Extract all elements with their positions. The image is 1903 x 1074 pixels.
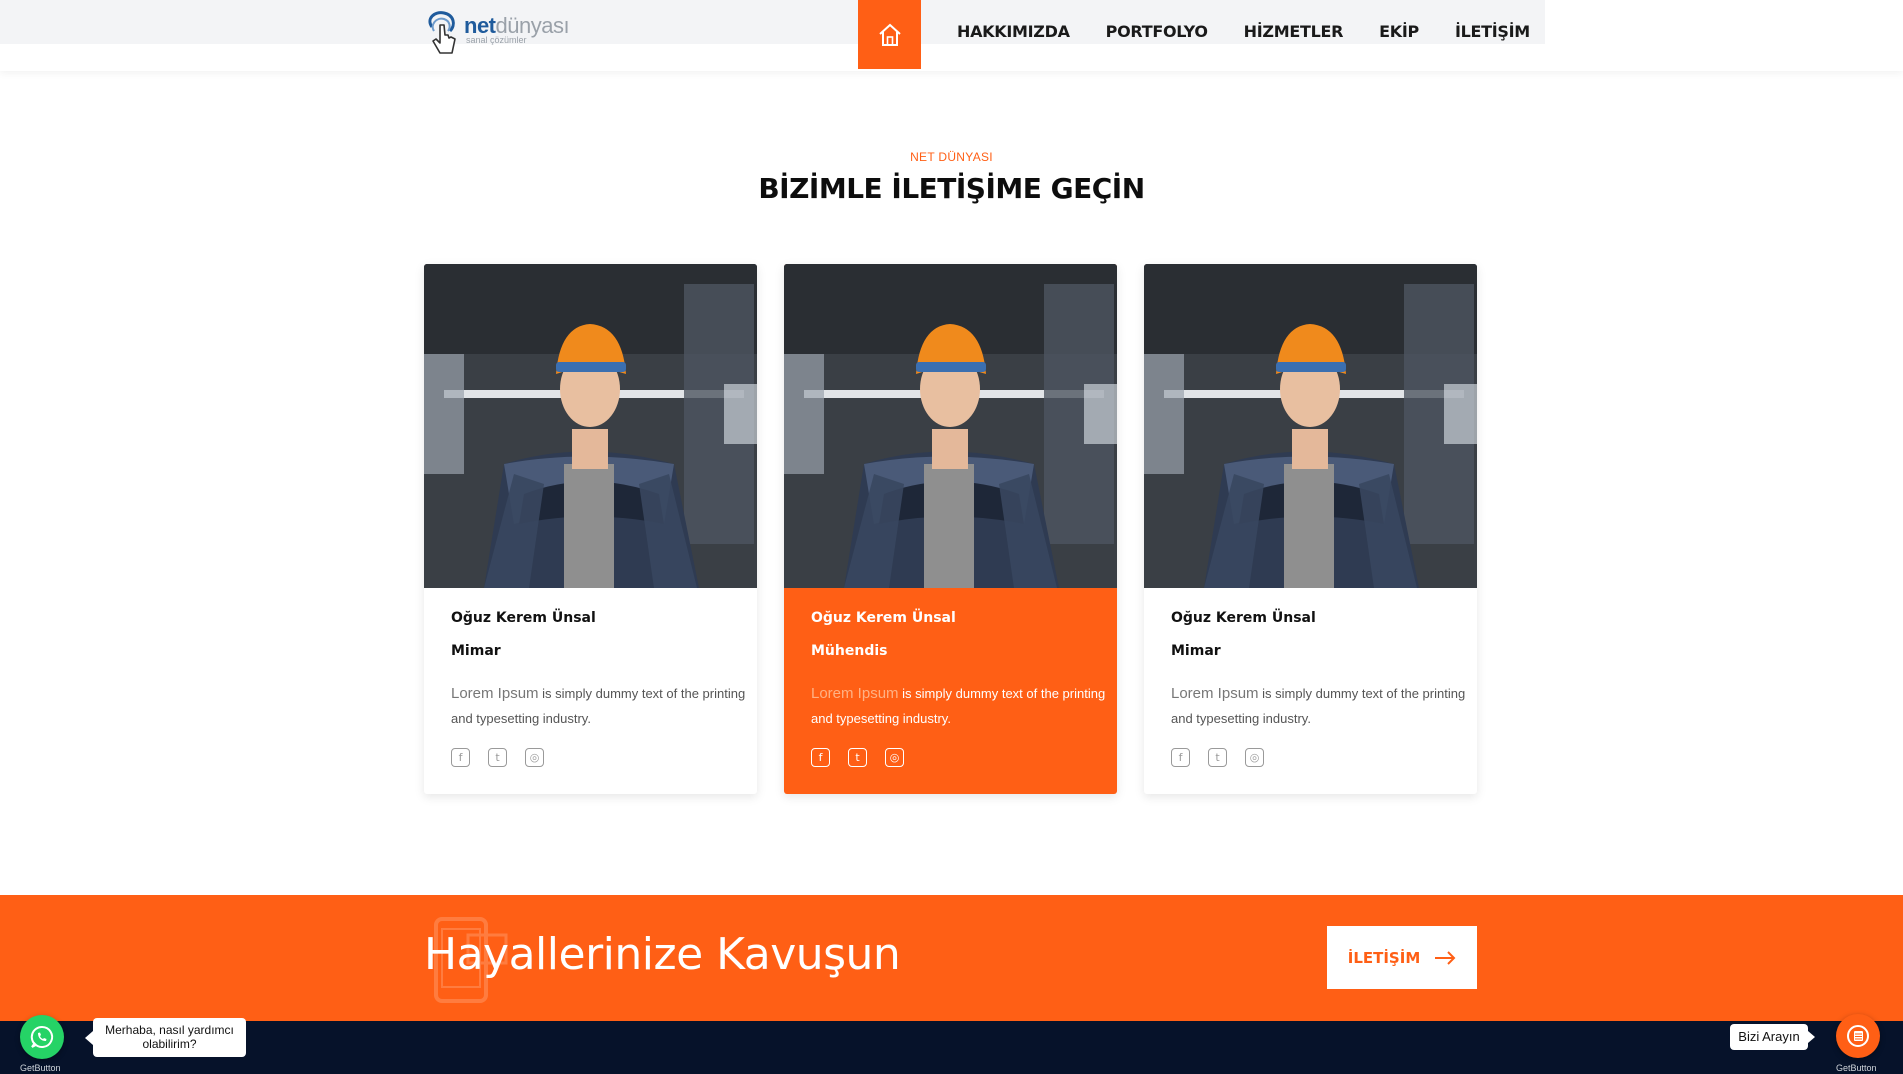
twitter-icon[interactable]: t	[1208, 748, 1227, 767]
call-us-bubble[interactable]: Bizi Arayın	[1730, 1024, 1815, 1050]
team-member-description: Lorem Ipsum is simply dummy text of the …	[811, 681, 1107, 731]
arrow-right-icon	[1435, 950, 1456, 965]
team-card[interactable]: Oğuz Kerem Ünsal Mimar Lorem Ipsum is si…	[1144, 264, 1477, 794]
whatsapp-button[interactable]	[20, 1015, 64, 1059]
home-button[interactable]	[858, 0, 921, 69]
cta-contact-button[interactable]: İLETİŞİM	[1327, 926, 1477, 989]
site-header: netdünyası sanal çözümler HAKKIMIZDA POR…	[0, 0, 1903, 71]
hand-cursor-logo-icon	[428, 11, 456, 54]
twitter-icon[interactable]: t	[848, 748, 867, 767]
nav-item-portfolyo[interactable]: PORTFOLYO	[1106, 22, 1208, 41]
section-eyebrow: NET DÜNYASI	[910, 150, 993, 164]
phone-icon	[1847, 1025, 1869, 1047]
description-highlight: Lorem Ipsum	[1171, 685, 1259, 702]
social-links: f t ◎	[451, 748, 544, 767]
cta-band: Hayallerinize Kavuşun İLETİŞİM	[0, 895, 1903, 1021]
instagram-icon[interactable]: ◎	[525, 748, 544, 767]
team-member-role: Mimar	[451, 643, 501, 659]
nav-item-hakkimizda[interactable]: HAKKIMIZDA	[957, 22, 1070, 41]
cta-button-label: İLETİŞİM	[1347, 948, 1421, 967]
team-member-name: Oğuz Kerem Ünsal	[451, 610, 596, 626]
team-member-photo	[424, 264, 757, 588]
description-highlight: Lorem Ipsum	[811, 685, 899, 702]
facebook-icon[interactable]: f	[1171, 748, 1190, 767]
whatsapp-greeting-bubble[interactable]: Merhaba, nasıl yardımcı olabilirim?	[85, 1018, 246, 1057]
team-card-body: Oğuz Kerem Ünsal Mühendis Lorem Ipsum is…	[811, 610, 1107, 731]
team-member-name: Oğuz Kerem Ünsal	[1171, 610, 1316, 626]
site-logo[interactable]: netdünyası sanal çözümler	[424, 9, 574, 59]
team-member-photo	[1144, 264, 1477, 588]
page: netdünyası sanal çözümler HAKKIMIZDA POR…	[0, 0, 1903, 1074]
main-nav: HAKKIMIZDA PORTFOLYO HİZMETLER EKİP İLET…	[957, 22, 1530, 41]
team-member-role: Mühendis	[811, 643, 888, 659]
nav-item-hizmetler[interactable]: HİZMETLER	[1244, 22, 1344, 41]
site-footer	[0, 1021, 1903, 1074]
facebook-icon[interactable]: f	[811, 748, 830, 767]
twitter-icon[interactable]: t	[488, 748, 507, 767]
nav-item-ekip[interactable]: EKİP	[1379, 22, 1419, 41]
instagram-icon[interactable]: ◎	[885, 748, 904, 767]
home-icon	[878, 23, 901, 46]
team-member-name: Oğuz Kerem Ünsal	[811, 610, 956, 626]
call-us-button[interactable]	[1836, 1014, 1880, 1058]
social-links: f t ◎	[1171, 748, 1264, 767]
team-card[interactable]: Oğuz Kerem Ünsal Mimar Lorem Ipsum is si…	[424, 264, 757, 794]
description-highlight: Lorem Ipsum	[451, 685, 539, 702]
section-title: BİZİMLE İLETİŞİME GEÇİN	[758, 172, 1145, 205]
whatsapp-icon	[30, 1025, 54, 1048]
team-card[interactable]: Oğuz Kerem Ünsal Mühendis Lorem Ipsum is…	[784, 264, 1117, 794]
instagram-icon[interactable]: ◎	[1245, 748, 1264, 767]
team-card-body: Oğuz Kerem Ünsal Mimar Lorem Ipsum is si…	[451, 610, 747, 731]
social-links: f t ◎	[811, 748, 904, 767]
nav-item-iletisim[interactable]: İLETİŞİM	[1455, 22, 1530, 41]
team-member-photo	[784, 264, 1117, 588]
facebook-icon[interactable]: f	[451, 748, 470, 767]
team-member-description: Lorem Ipsum is simply dummy text of the …	[1171, 681, 1467, 731]
cta-title: Hayallerinize Kavuşun	[424, 929, 901, 980]
team-member-description: Lorem Ipsum is simply dummy text of the …	[451, 681, 747, 731]
logo-wordmark: netdünyası sanal çözümler	[464, 15, 570, 45]
team-card-body: Oğuz Kerem Ünsal Mimar Lorem Ipsum is si…	[1171, 610, 1467, 731]
call-brand-label: GetButton	[1836, 1063, 1877, 1073]
whatsapp-brand-label: GetButton	[20, 1063, 61, 1073]
team-member-role: Mimar	[1171, 643, 1221, 659]
